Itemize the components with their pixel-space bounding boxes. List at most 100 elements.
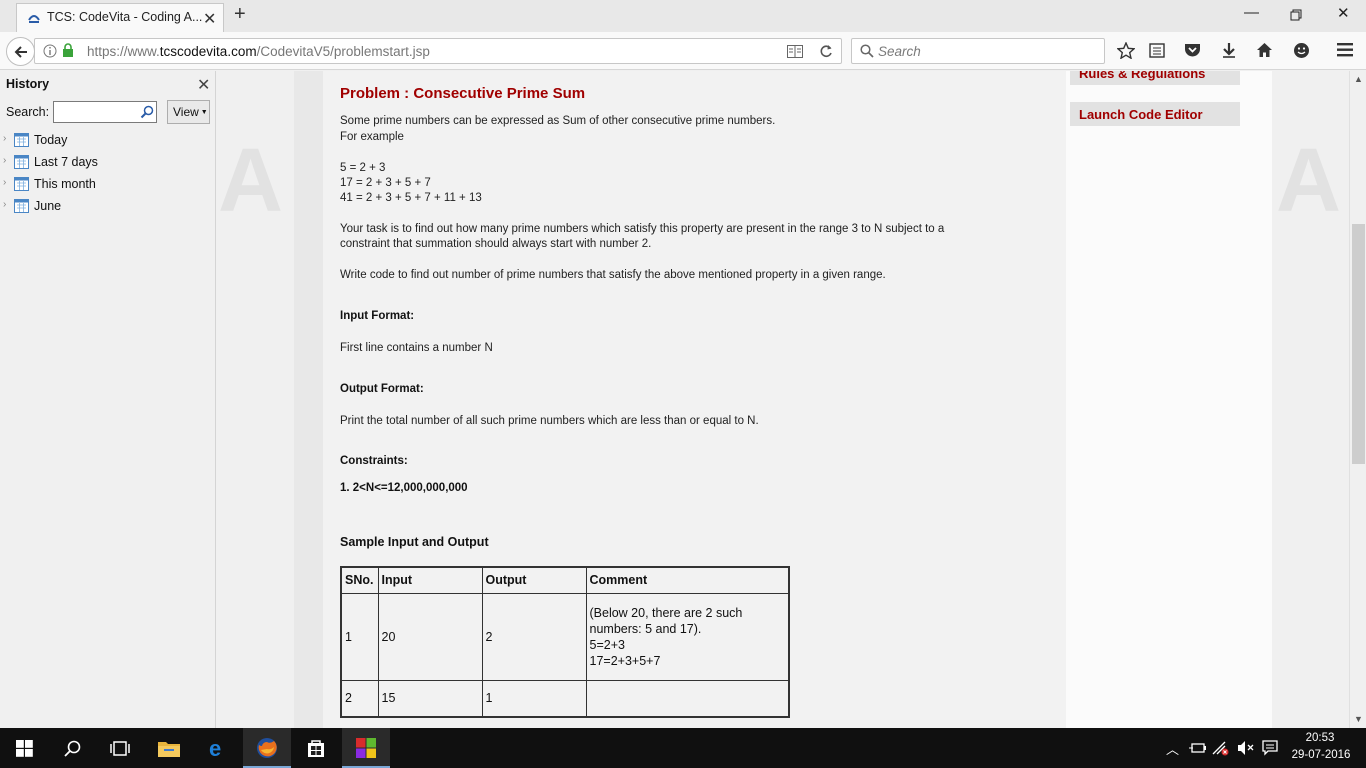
back-button[interactable]	[6, 37, 35, 66]
table-cell: 2	[481, 592, 587, 681]
history-item-last-7-days[interactable]: › Last 7 days	[0, 151, 215, 173]
wifi-disconnected-icon[interactable]	[1212, 740, 1230, 756]
app-button[interactable]	[342, 728, 390, 768]
tab-title: TCS: CodeVita - Coding A...	[47, 10, 203, 24]
bookmarks-menu-icon[interactable]	[1149, 42, 1165, 58]
minimize-icon[interactable]: —	[1244, 4, 1259, 21]
pocket-icon[interactable]	[1184, 42, 1201, 58]
tray-chevron-icon[interactable]: ︿	[1166, 739, 1179, 758]
calendar-folder-icon	[14, 177, 29, 191]
bookmark-star-icon[interactable]	[1117, 42, 1135, 59]
table-header: Input	[377, 566, 483, 594]
problem-content: Problem : Consecutive Prime Sum Some pri…	[323, 71, 1066, 728]
table-cell: 20	[377, 592, 483, 681]
expand-arrow-icon[interactable]: ›	[3, 155, 6, 166]
search-bar[interactable]: Search	[851, 38, 1105, 64]
volume-muted-icon[interactable]	[1237, 740, 1254, 756]
table-header: Comment	[585, 566, 790, 594]
right-menu: Rules & Regulations Launch Code Editor	[1066, 71, 1272, 728]
new-tab-icon[interactable]: +	[234, 3, 246, 26]
firefox-icon	[257, 738, 277, 758]
svg-text:e: e	[209, 738, 221, 759]
navigation-bar: https://www.tcscodevita.com/CodevitaV5/p…	[0, 32, 1366, 70]
edge-button[interactable]: e	[194, 728, 242, 768]
sidebar-search-label: Search:	[6, 105, 50, 119]
scrollbar-thumb[interactable]	[1352, 224, 1365, 464]
expand-arrow-icon[interactable]: ›	[3, 177, 6, 188]
view-button[interactable]: View ▼	[167, 100, 210, 124]
table-cell: 15	[377, 679, 483, 718]
task-view-button[interactable]	[96, 728, 144, 768]
task-text: Write code to find out number of prime n…	[340, 269, 886, 281]
menu-hamburger-icon[interactable]	[1337, 43, 1353, 57]
sample-heading: Sample Input and Output	[340, 535, 489, 549]
download-icon[interactable]	[1221, 42, 1237, 59]
scroll-up-icon[interactable]: ▲	[1354, 74, 1363, 84]
scroll-down-icon[interactable]: ▼	[1354, 714, 1363, 724]
url-bar[interactable]: https://www.tcscodevita.com/CodevitaV5/p…	[34, 38, 842, 64]
windows-logo-icon	[16, 740, 33, 757]
windows-taskbar: e ︿ 20:53 29-07-2016	[0, 728, 1366, 768]
clock-date[interactable]: 29-07-2016	[1288, 749, 1354, 761]
close-tab-icon[interactable]: ✕	[203, 9, 216, 29]
problem-intro-line: For example	[340, 131, 404, 143]
history-item-label: Today	[34, 133, 68, 147]
info-icon[interactable]	[43, 44, 57, 58]
page-scrollbar[interactable]: ▲ ▼	[1349, 71, 1366, 728]
history-item-june[interactable]: › June	[0, 195, 215, 217]
history-search-input[interactable]	[53, 101, 157, 123]
table-row: 1 20 2 (Below 20, there are 2 such numbe…	[340, 592, 790, 681]
store-button[interactable]	[292, 728, 340, 768]
table-header: SNo.	[340, 566, 379, 594]
history-item-today[interactable]: › Today	[0, 129, 215, 151]
file-explorer-button[interactable]	[145, 728, 193, 768]
output-format-heading: Output Format:	[340, 383, 424, 395]
url-text[interactable]: https://www.tcscodevita.com/CodevitaV5/p…	[87, 44, 430, 59]
calendar-folder-icon	[14, 155, 29, 169]
history-item-this-month[interactable]: › This month	[0, 173, 215, 195]
action-center-icon[interactable]	[1262, 740, 1278, 756]
comment-line: 5=2+3	[589, 637, 625, 652]
history-item-label: Last 7 days	[34, 155, 98, 169]
history-item-label: This month	[34, 177, 96, 191]
rules-regulations-button[interactable]: Rules & Regulations	[1070, 71, 1240, 85]
search-icon	[64, 740, 81, 757]
expand-arrow-icon[interactable]: ›	[3, 133, 6, 144]
constraints-text: 1. 2<N<=12,000,000,000	[340, 482, 468, 494]
expand-arrow-icon[interactable]: ›	[3, 199, 6, 210]
table-cell: 1	[340, 592, 379, 681]
home-icon[interactable]	[1256, 42, 1273, 58]
table-header: Output	[481, 566, 587, 594]
browser-tab[interactable]: TCS: CodeVita - Coding A... ✕	[16, 3, 224, 32]
reload-icon[interactable]	[819, 44, 833, 58]
search-button[interactable]	[48, 728, 96, 768]
svg-text:A: A	[1276, 131, 1341, 231]
table-cell: 2	[340, 679, 379, 718]
store-bag-icon	[308, 740, 324, 757]
edge-icon: e	[209, 738, 221, 759]
table-cell-comment: (Below 20, there are 2 such numbers: 5 a…	[585, 592, 790, 681]
comment-line: 17=2+3+5+7	[589, 653, 661, 668]
tab-strip: TCS: CodeVita - Coding A... ✕ + — ✕	[0, 0, 1366, 32]
colorful-app-icon	[356, 738, 376, 758]
battery-power-icon[interactable]	[1189, 741, 1206, 755]
back-arrow-icon	[14, 46, 27, 58]
sidebar-close-icon[interactable]: ✕	[197, 75, 210, 95]
close-window-icon[interactable]: ✕	[1337, 4, 1350, 22]
firefox-button[interactable]	[243, 728, 291, 768]
feedback-smiley-icon[interactable]	[1293, 42, 1310, 59]
search-placeholder: Search	[878, 44, 921, 59]
comment-line: numbers: 5 and 17).	[589, 621, 702, 636]
input-format-heading: Input Format:	[340, 310, 415, 322]
lock-icon	[63, 43, 73, 57]
restore-icon[interactable]	[1290, 9, 1302, 21]
launch-code-editor-button[interactable]: Launch Code Editor	[1070, 102, 1240, 126]
svg-text:A: A	[218, 131, 283, 231]
start-button[interactable]	[0, 728, 48, 768]
clock-time[interactable]: 20:53	[1290, 732, 1350, 744]
sidebar-title: History	[6, 77, 50, 91]
comment-line: (Below 20, there are 2 such	[589, 605, 743, 620]
calendar-folder-icon	[14, 133, 29, 147]
reader-view-icon[interactable]	[787, 45, 803, 58]
table-cell: 1	[481, 679, 587, 718]
